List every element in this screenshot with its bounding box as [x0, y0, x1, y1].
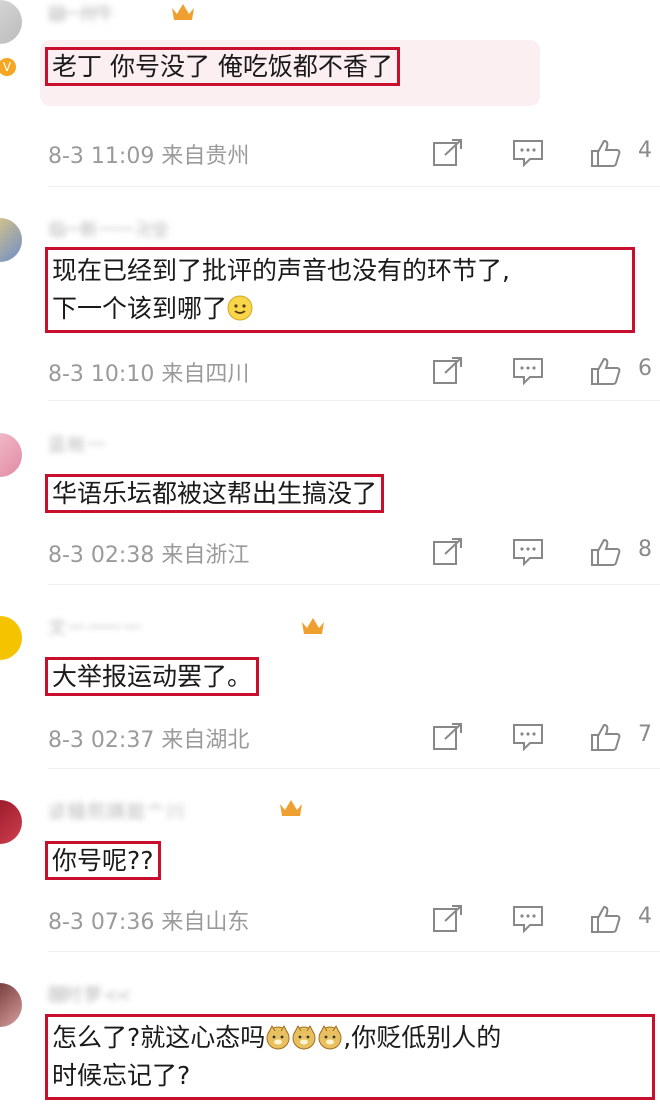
comment-meta: 8-3 02:38 来自浙江 8: [48, 537, 660, 569]
avatar[interactable]: [0, 800, 22, 844]
timestamp: 8-3 02:38: [48, 543, 155, 568]
comment-time: 8-3 02:38 来自浙江: [48, 537, 249, 569]
username[interactable]: 鼬一卅牛: [48, 0, 168, 22]
comment-item: 谚 騷 熙 蹒 懿 亠 川 你号呢?? 8-3 07:36 来自山东 4: [0, 770, 660, 953]
share-icon[interactable]: [432, 722, 464, 752]
highlight-box: 怎么了?就这心态吗 ,你贬低别人的 时候忘记了?: [45, 1014, 655, 1100]
comment-meta: 8-3 07:36 来自山东 4: [48, 904, 660, 936]
thumbs-up-icon[interactable]: [590, 356, 622, 386]
doge-emoji: [266, 1024, 290, 1050]
thumbs-up-icon[interactable]: [590, 904, 622, 934]
avatar[interactable]: [0, 218, 22, 262]
comment-text: 现在已经到了批评的声音也没有的环节了, 下一个该到哪了: [45, 247, 635, 333]
divider: [48, 186, 660, 187]
crown-icon: [172, 4, 194, 20]
timestamp: 8-3 07:36: [48, 910, 155, 935]
divider: [48, 400, 660, 401]
smile-emoji: [227, 295, 253, 321]
comment-time: 8-3 07:36 来自山东: [48, 904, 249, 936]
comment-item: 文 一 一一 一 大举报运动罢了。 8-3 02:37 来自湖北 7: [0, 586, 660, 770]
highlight-box: 现在已经到了批评的声音也没有的环节了, 下一个该到哪了: [45, 247, 635, 333]
username[interactable]: 文 一 一一 一: [48, 614, 298, 636]
comment-line: 现在已经到了批评的声音也没有的环节了,: [52, 256, 510, 285]
comment-line-text: 怎么了?就这心态吗: [52, 1023, 266, 1052]
comment-line: 怎么了?就这心态吗 ,你贬低别人的: [52, 1019, 648, 1057]
location: 来自浙江: [161, 543, 250, 568]
username[interactable]: 临一新 一一 卍全: [48, 216, 298, 238]
share-icon[interactable]: [432, 356, 464, 386]
username[interactable]: 醒时 萝 <<: [48, 981, 198, 1003]
avatar[interactable]: [0, 433, 22, 477]
comment-icon[interactable]: [512, 722, 544, 752]
like-count: 8: [638, 537, 652, 562]
like-count: 7: [638, 722, 652, 747]
divider: [48, 768, 660, 769]
highlight-box: 你号呢??: [45, 841, 161, 880]
comment-line: 下一个该到哪了: [52, 290, 628, 328]
comment-item: V 鼬一卅牛 老丁 你号没了 俺吃饭都不香了 8-3 11:09 来自贵州 4: [0, 0, 660, 188]
divider: [48, 951, 660, 952]
doge-emoji: [318, 1024, 342, 1050]
thumbs-up-icon[interactable]: [590, 537, 622, 567]
divider: [48, 584, 660, 585]
comment-meta: 8-3 10:10 来自四川 6: [48, 356, 660, 388]
highlight-box: 华语乐坛都被这帮出生搞没了: [44, 474, 385, 513]
share-icon[interactable]: [432, 537, 464, 567]
location: 来自湖北: [161, 728, 250, 753]
comment-text: 老丁 你号没了 俺吃饭都不香了: [45, 47, 400, 86]
doge-emoji: [292, 1024, 316, 1050]
username[interactable]: 谚 騷 熙 蹒 懿 亠 川: [48, 798, 268, 820]
comment-line: 时候忘记了?: [52, 1061, 191, 1090]
highlight-box: 大举报运动罢了。: [44, 657, 260, 696]
timestamp: 8-3 10:10: [48, 362, 155, 387]
highlight-box: 老丁 你号没了 俺吃饭都不香了: [45, 47, 400, 86]
location: 来自贵州: [161, 144, 250, 169]
timestamp: 8-3 02:37: [48, 728, 155, 753]
comment-line-text: ,你贬低别人的: [343, 1023, 502, 1052]
thumbs-up-icon[interactable]: [590, 722, 622, 752]
comment-icon[interactable]: [512, 138, 544, 168]
comment-text: 怎么了?就这心态吗 ,你贬低别人的 时候忘记了?: [45, 1014, 655, 1100]
comment-text: 你号呢??: [45, 841, 161, 880]
crown-icon: [280, 800, 302, 816]
comment-item: 蓝 帐 一 华语乐坛都被这帮出生搞没了 8-3 02:38 来自浙江 8: [0, 403, 660, 586]
like-count: 4: [638, 138, 652, 163]
comment-item: 临一新 一一 卍全 现在已经到了批评的声音也没有的环节了, 下一个该到哪了 8-…: [0, 188, 660, 403]
share-icon[interactable]: [432, 904, 464, 934]
comment-item: 醒时 萝 << 怎么了?就这心态吗 ,你贬低别人的 时候忘记了?: [0, 953, 660, 1120]
thumbs-up-icon[interactable]: [590, 138, 622, 168]
location: 来自四川: [161, 362, 250, 387]
comment-text: 华语乐坛都被这帮出生搞没了: [44, 474, 385, 513]
comment-line-text: 下一个该到哪了: [52, 294, 228, 323]
location: 来自山东: [161, 910, 250, 935]
comment-time: 8-3 02:37 来自湖北: [48, 722, 249, 754]
comment-time: 8-3 11:09 来自贵州: [48, 138, 249, 170]
comment-meta: 8-3 11:09 来自贵州 4: [48, 138, 660, 170]
like-count: 6: [638, 356, 652, 381]
comment-meta: 8-3 02:37 来自湖北 7: [48, 722, 660, 754]
verified-badge: V: [0, 56, 18, 78]
avatar[interactable]: [0, 616, 22, 660]
avatar[interactable]: [0, 0, 22, 44]
crown-icon: [302, 618, 324, 634]
timestamp: 8-3 11:09: [48, 144, 155, 169]
share-icon[interactable]: [432, 138, 464, 168]
avatar[interactable]: [0, 983, 22, 1027]
comment-icon[interactable]: [512, 356, 544, 386]
like-count: 4: [638, 904, 652, 929]
comment-text: 大举报运动罢了。: [44, 657, 260, 696]
comment-icon[interactable]: [512, 537, 544, 567]
comment-icon[interactable]: [512, 904, 544, 934]
comment-time: 8-3 10:10 来自四川: [48, 356, 249, 388]
username[interactable]: 蓝 帐 一: [48, 431, 248, 453]
